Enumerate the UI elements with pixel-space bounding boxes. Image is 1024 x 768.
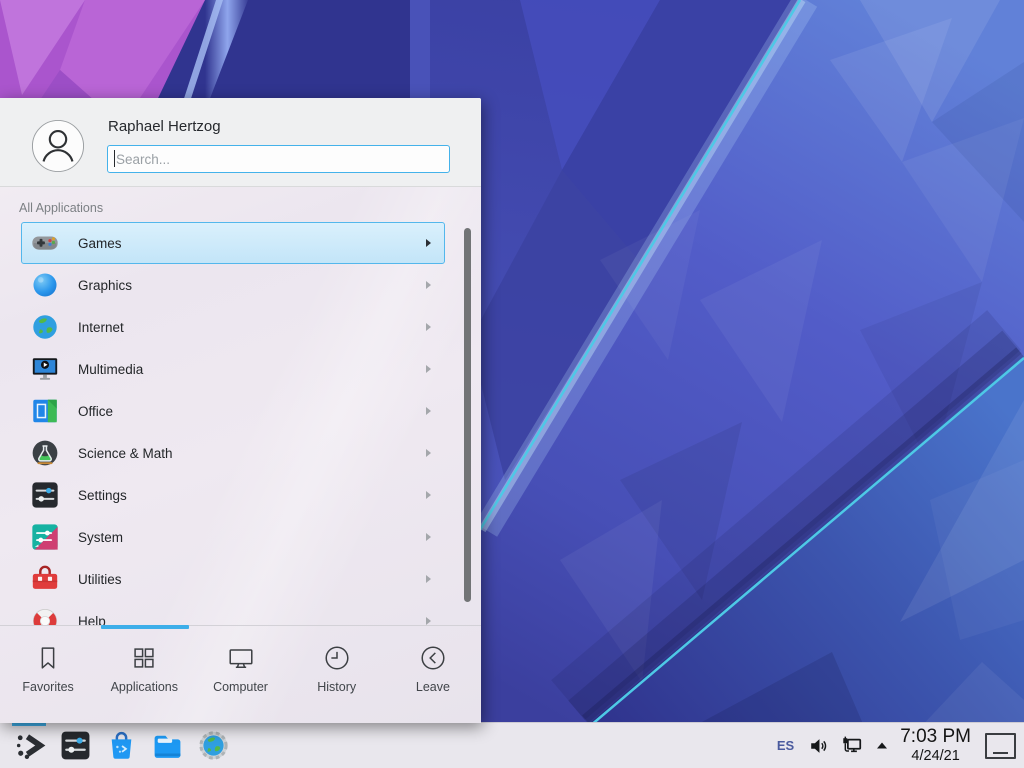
keyboard-layout-indicator[interactable]: ES <box>777 738 794 753</box>
menu-item-science-math[interactable]: Science & Math <box>21 432 445 474</box>
application-category-list: Games Graphics Internet Multimedia Offic… <box>0 222 481 626</box>
settings-icon <box>30 480 60 510</box>
taskbar-konqueror-browser[interactable] <box>190 723 236 768</box>
digital-clock[interactable]: 7:03 PM 4/24/21 <box>900 727 971 764</box>
submenu-arrow-icon <box>426 575 431 583</box>
menu-item-label: Science & Math <box>78 446 426 461</box>
taskbar-dolphin-file-manager[interactable] <box>144 723 190 768</box>
expand-tray-icon[interactable] <box>874 738 890 754</box>
tab-computer[interactable]: Computer <box>192 626 288 723</box>
menu-item-label: System <box>78 530 426 545</box>
dolphin-icon <box>151 729 184 762</box>
tab-history[interactable]: History <box>289 626 385 723</box>
menu-item-label: Internet <box>78 320 426 335</box>
utilities-icon <box>30 564 60 594</box>
konqueror-icon <box>197 729 230 762</box>
taskbar-launchers <box>0 723 236 768</box>
leave-icon <box>418 643 448 673</box>
kickoff-icon <box>13 729 46 762</box>
user-avatar[interactable] <box>31 119 85 173</box>
menu-item-label: Settings <box>78 488 426 503</box>
submenu-arrow-icon <box>426 617 431 625</box>
active-tab-indicator <box>101 625 189 629</box>
multimedia-icon <box>30 354 60 384</box>
launcher-tab-bar: Favorites Applications Computer History … <box>0 625 481 723</box>
tab-label: History <box>317 680 356 694</box>
volume-icon[interactable] <box>808 735 830 757</box>
system-icon <box>30 522 60 552</box>
menu-item-label: Graphics <box>78 278 426 293</box>
clock-time: 7:03 PM <box>900 727 971 746</box>
menu-item-help[interactable]: Help <box>21 600 445 626</box>
menu-item-internet[interactable]: Internet <box>21 306 445 348</box>
submenu-arrow-icon <box>426 491 431 499</box>
clock-date: 4/24/21 <box>900 749 971 764</box>
science-icon <box>30 438 60 468</box>
tab-leave[interactable]: Leave <box>385 626 481 723</box>
grid-icon <box>129 643 159 673</box>
tab-label: Leave <box>416 680 450 694</box>
submenu-arrow-icon <box>426 365 431 373</box>
application-launcher-popup: Raphael Hertzog All Applications Games G… <box>0 98 481 723</box>
internet-icon <box>30 312 60 342</box>
taskbar-panel: ES 7:03 PM 4/24/21 <box>0 722 1024 768</box>
menu-item-games[interactable]: Games <box>21 222 445 264</box>
games-icon <box>30 228 60 258</box>
taskbar-kickoff-launcher[interactable] <box>6 723 52 768</box>
active-task-indicator <box>12 723 46 726</box>
search-input[interactable] <box>114 146 438 172</box>
network-icon[interactable] <box>841 735 863 757</box>
menu-item-label: Office <box>78 404 426 419</box>
taskbar-discover[interactable] <box>98 723 144 768</box>
submenu-arrow-icon <box>426 449 431 457</box>
menu-item-label: Games <box>78 236 426 251</box>
scrollbar-handle[interactable] <box>464 228 471 602</box>
section-label: All Applications <box>19 201 103 215</box>
menu-item-office[interactable]: Office <box>21 390 445 432</box>
tab-label: Applications <box>111 680 178 694</box>
menu-item-settings[interactable]: Settings <box>21 474 445 516</box>
systemsettings-icon <box>59 729 92 762</box>
menu-item-system[interactable]: System <box>21 516 445 558</box>
tab-applications[interactable]: Applications <box>96 626 192 723</box>
help-icon <box>30 606 60 626</box>
show-desktop-button[interactable] <box>985 733 1016 759</box>
tab-label: Favorites <box>22 680 73 694</box>
menu-item-utilities[interactable]: Utilities <box>21 558 445 600</box>
launcher-header: Raphael Hertzog <box>0 98 481 187</box>
submenu-arrow-icon <box>426 281 431 289</box>
history-icon <box>322 643 352 673</box>
submenu-arrow-icon <box>426 323 431 331</box>
office-icon <box>30 396 60 426</box>
menu-item-graphics[interactable]: Graphics <box>21 264 445 306</box>
menu-item-label: Utilities <box>78 572 426 587</box>
submenu-arrow-icon <box>426 407 431 415</box>
submenu-arrow-icon <box>426 239 431 247</box>
user-name: Raphael Hertzog <box>108 118 221 135</box>
discover-icon <box>105 729 138 762</box>
menu-item-label: Multimedia <box>78 362 426 377</box>
tab-favorites[interactable]: Favorites <box>0 626 96 723</box>
graphics-icon <box>30 270 60 300</box>
tab-label: Computer <box>213 680 268 694</box>
taskbar-system-settings[interactable] <box>52 723 98 768</box>
system-tray: ES 7:03 PM 4/24/21 <box>777 723 1024 768</box>
bookmark-icon <box>33 643 63 673</box>
submenu-arrow-icon <box>426 533 431 541</box>
computer-icon <box>226 643 256 673</box>
search-field-frame <box>107 145 450 173</box>
menu-item-multimedia[interactable]: Multimedia <box>21 348 445 390</box>
